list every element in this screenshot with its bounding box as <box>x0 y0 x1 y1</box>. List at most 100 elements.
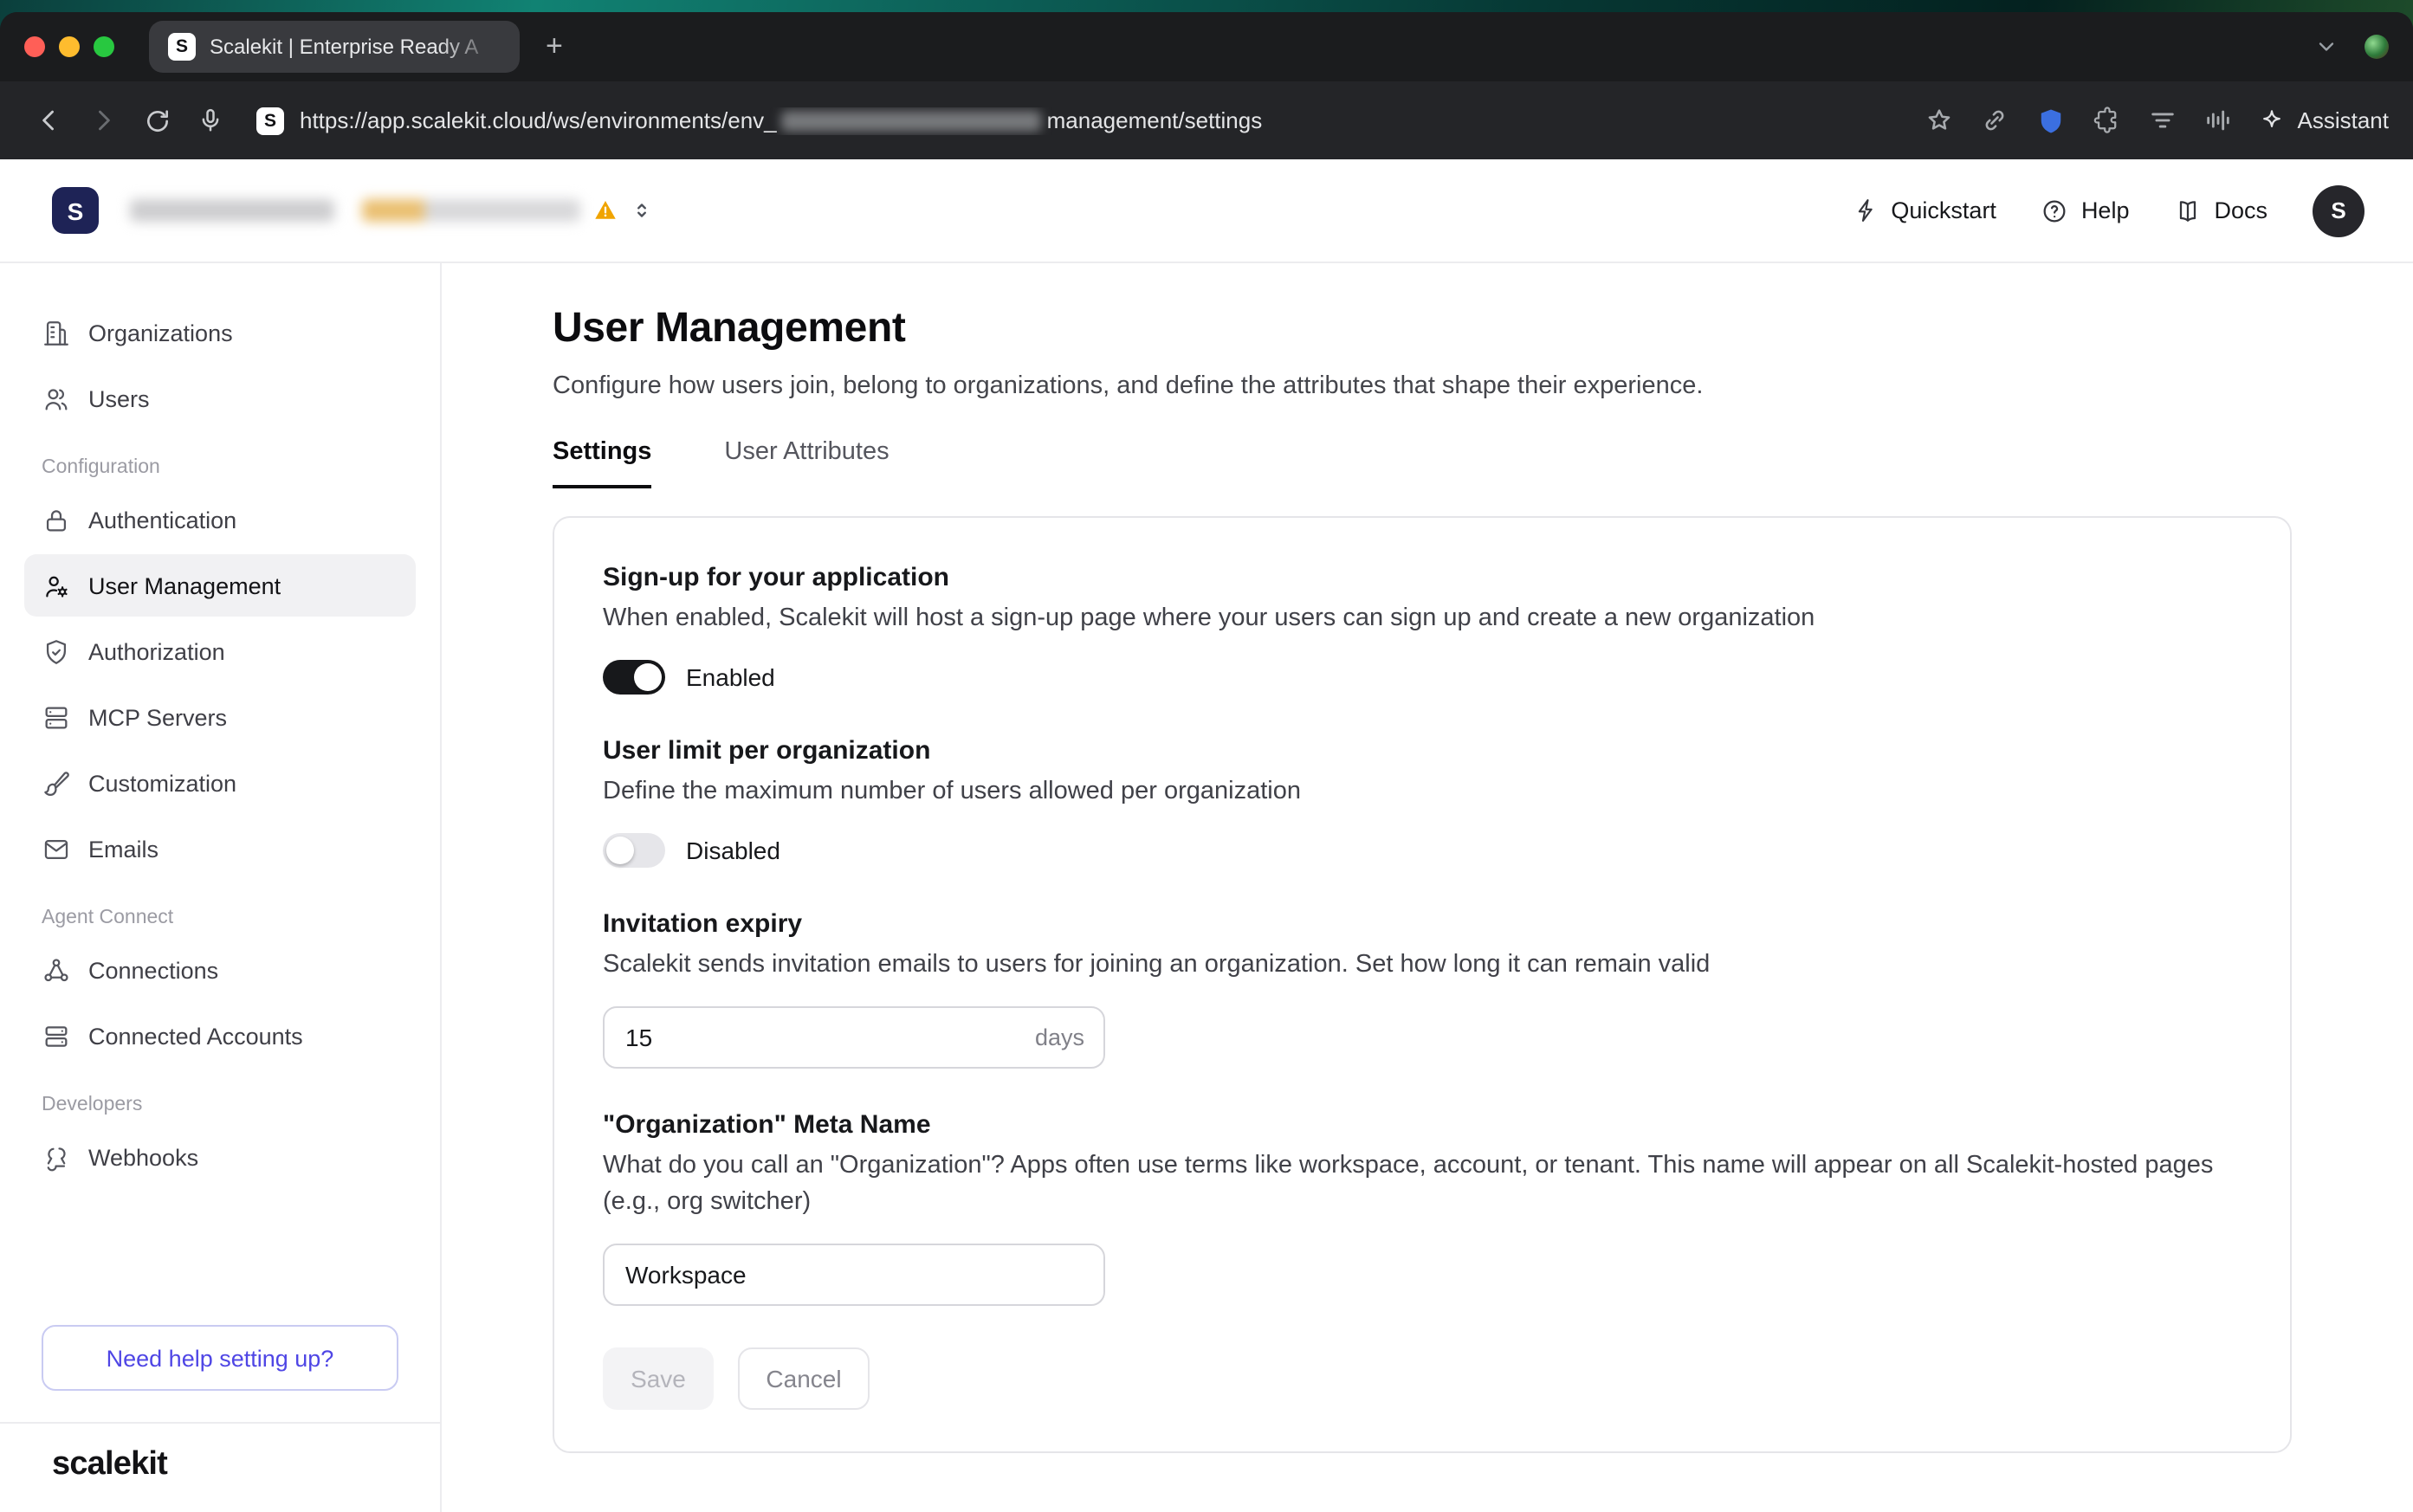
setting-signup: Sign-up for your application When enable… <box>603 563 2242 695</box>
sidebar-item-users[interactable]: Users <box>24 367 416 430</box>
tab-user-attributes[interactable]: User Attributes <box>724 438 889 488</box>
section-label-agent-connect: Agent Connect <box>24 908 416 928</box>
tab-bar: Settings User Attributes <box>553 438 2413 488</box>
url-text: https://app.scalekit.cloud/ws/environmen… <box>300 107 1262 133</box>
sidebar-footer: scalekit <box>0 1422 440 1512</box>
setting-description: Define the maximum number of users allow… <box>603 774 2242 811</box>
cancel-button[interactable]: Cancel <box>738 1347 870 1410</box>
sidebar-item-connections[interactable]: Connections <box>24 939 416 1001</box>
environment-name-redacted <box>362 199 580 222</box>
setting-title: Sign-up for your application <box>603 563 2242 592</box>
browser-navbar: S https://app.scalekit.cloud/ws/environm… <box>0 81 2413 159</box>
setting-user-limit: User limit per organization Define the m… <box>603 736 2242 868</box>
sidebar: Organizations Users Configuration Authen… <box>0 263 442 1512</box>
need-help-button[interactable]: Need help setting up? <box>42 1325 398 1391</box>
webhook-icon <box>42 1142 71 1172</box>
save-button[interactable]: Save <box>603 1347 714 1410</box>
sidebar-item-authentication[interactable]: Authentication <box>24 488 416 551</box>
settings-card: Sign-up for your application When enable… <box>553 516 2292 1453</box>
site-favicon: S <box>256 107 284 134</box>
waveform-icon[interactable] <box>2204 106 2234 135</box>
sidebar-item-organizations[interactable]: Organizations <box>24 301 416 364</box>
signup-toggle[interactable] <box>603 660 665 695</box>
section-label-configuration: Configuration <box>24 457 416 478</box>
org-meta-name-input[interactable] <box>603 1244 1105 1306</box>
environment-selector[interactable] <box>362 197 653 223</box>
sidebar-item-mcp-servers[interactable]: MCP Servers <box>24 686 416 748</box>
back-button[interactable] <box>24 95 74 145</box>
app-header: S Quickstart Help <box>0 159 2413 263</box>
scalekit-wordmark: scalekit <box>52 1446 167 1483</box>
shield-check-icon <box>42 636 71 666</box>
help-button[interactable]: Help <box>2041 197 2130 224</box>
sidebar-item-webhooks[interactable]: Webhooks <box>24 1126 416 1188</box>
quickstart-button[interactable]: Quickstart <box>1853 197 1996 223</box>
page-subtitle: Configure how users join, belong to orga… <box>553 372 2413 400</box>
sidebar-item-emails[interactable]: Emails <box>24 817 416 880</box>
tab-title: Scalekit | Enterprise Ready A <box>210 35 501 59</box>
building-icon <box>42 318 71 347</box>
setting-org-meta-name: "Organization" Meta Name What do you cal… <box>603 1110 2242 1306</box>
setting-title: "Organization" Meta Name <box>603 1110 2242 1140</box>
paintbrush-icon <box>42 768 71 798</box>
tab-favicon: S <box>168 33 196 61</box>
signup-toggle-label: Enabled <box>686 663 775 691</box>
forward-button[interactable] <box>78 95 128 145</box>
browser-tab[interactable]: S Scalekit | Enterprise Ready A <box>149 21 520 73</box>
extensions-puzzle-icon[interactable] <box>2093 106 2123 135</box>
docs-button[interactable]: Docs <box>2174 197 2267 224</box>
warning-icon <box>592 197 618 223</box>
stacked-cards-icon <box>42 1021 71 1050</box>
scalekit-logo: S <box>52 187 99 234</box>
mail-icon <box>42 834 71 863</box>
network-icon <box>42 955 71 985</box>
setting-description: When enabled, Scalekit will host a sign-… <box>603 601 2242 637</box>
desktop-wallpaper: S Scalekit | Enterprise Ready A + S http… <box>0 0 2413 1512</box>
address-bar[interactable]: S https://app.scalekit.cloud/ws/environm… <box>256 107 1901 134</box>
scalekit-app: S Quickstart Help <box>0 159 2413 1512</box>
server-icon <box>42 702 71 732</box>
password-shield-extension-icon[interactable] <box>2036 105 2067 136</box>
reload-button[interactable] <box>132 95 182 145</box>
browser-window: S Scalekit | Enterprise Ready A + S http… <box>0 12 2413 1512</box>
sidebar-item-connected-accounts[interactable]: Connected Accounts <box>24 1005 416 1067</box>
zoom-window-button[interactable] <box>94 36 114 57</box>
user-avatar[interactable]: S <box>2313 184 2364 236</box>
browser-tabstrip: S Scalekit | Enterprise Ready A + <box>0 12 2413 81</box>
workspace-name-redacted <box>130 199 334 222</box>
new-tab-button[interactable]: + <box>546 29 563 64</box>
traffic-lights <box>24 36 114 57</box>
selector-chevrons-icon <box>631 199 653 222</box>
users-icon <box>42 384 71 413</box>
tab-search-chevron-icon[interactable] <box>2314 35 2339 59</box>
assistant-label: Assistant <box>2298 107 2390 133</box>
filter-lines-icon[interactable] <box>2149 106 2178 135</box>
user-limit-toggle-label: Disabled <box>686 837 780 864</box>
minimize-window-button[interactable] <box>59 36 80 57</box>
lock-icon <box>42 505 71 534</box>
copy-link-button[interactable] <box>1981 106 2010 135</box>
assistant-icon <box>2260 107 2286 133</box>
setting-title: Invitation expiry <box>603 909 2242 939</box>
sidebar-item-user-management[interactable]: User Management <box>24 554 416 617</box>
screenshot-stage: S Scalekit | Enterprise Ready A + S http… <box>0 0 2413 1512</box>
setting-description: What do you call an "Organization"? Apps… <box>603 1148 2242 1221</box>
microphone-button[interactable] <box>185 95 236 145</box>
setting-invitation-expiry: Invitation expiry Scalekit sends invitat… <box>603 909 2242 1069</box>
user-limit-toggle[interactable] <box>603 833 665 868</box>
setting-title: User limit per organization <box>603 736 2242 766</box>
tab-settings[interactable]: Settings <box>553 438 651 488</box>
invitation-expiry-input[interactable] <box>603 1006 1105 1069</box>
main-content: User Management Configure how users join… <box>442 263 2413 1512</box>
sidebar-item-customization[interactable]: Customization <box>24 752 416 814</box>
bookmark-star-button[interactable] <box>1925 106 1955 135</box>
close-window-button[interactable] <box>24 36 45 57</box>
browser-profile-avatar[interactable] <box>2364 35 2389 59</box>
form-actions: Save Cancel <box>603 1347 2242 1410</box>
page-title: User Management <box>553 305 2413 353</box>
sidebar-item-authorization[interactable]: Authorization <box>24 620 416 682</box>
assistant-button[interactable]: Assistant <box>2260 107 2390 133</box>
user-gear-icon <box>42 571 71 600</box>
section-label-developers: Developers <box>24 1095 416 1115</box>
url-redacted-segment <box>782 111 1042 132</box>
